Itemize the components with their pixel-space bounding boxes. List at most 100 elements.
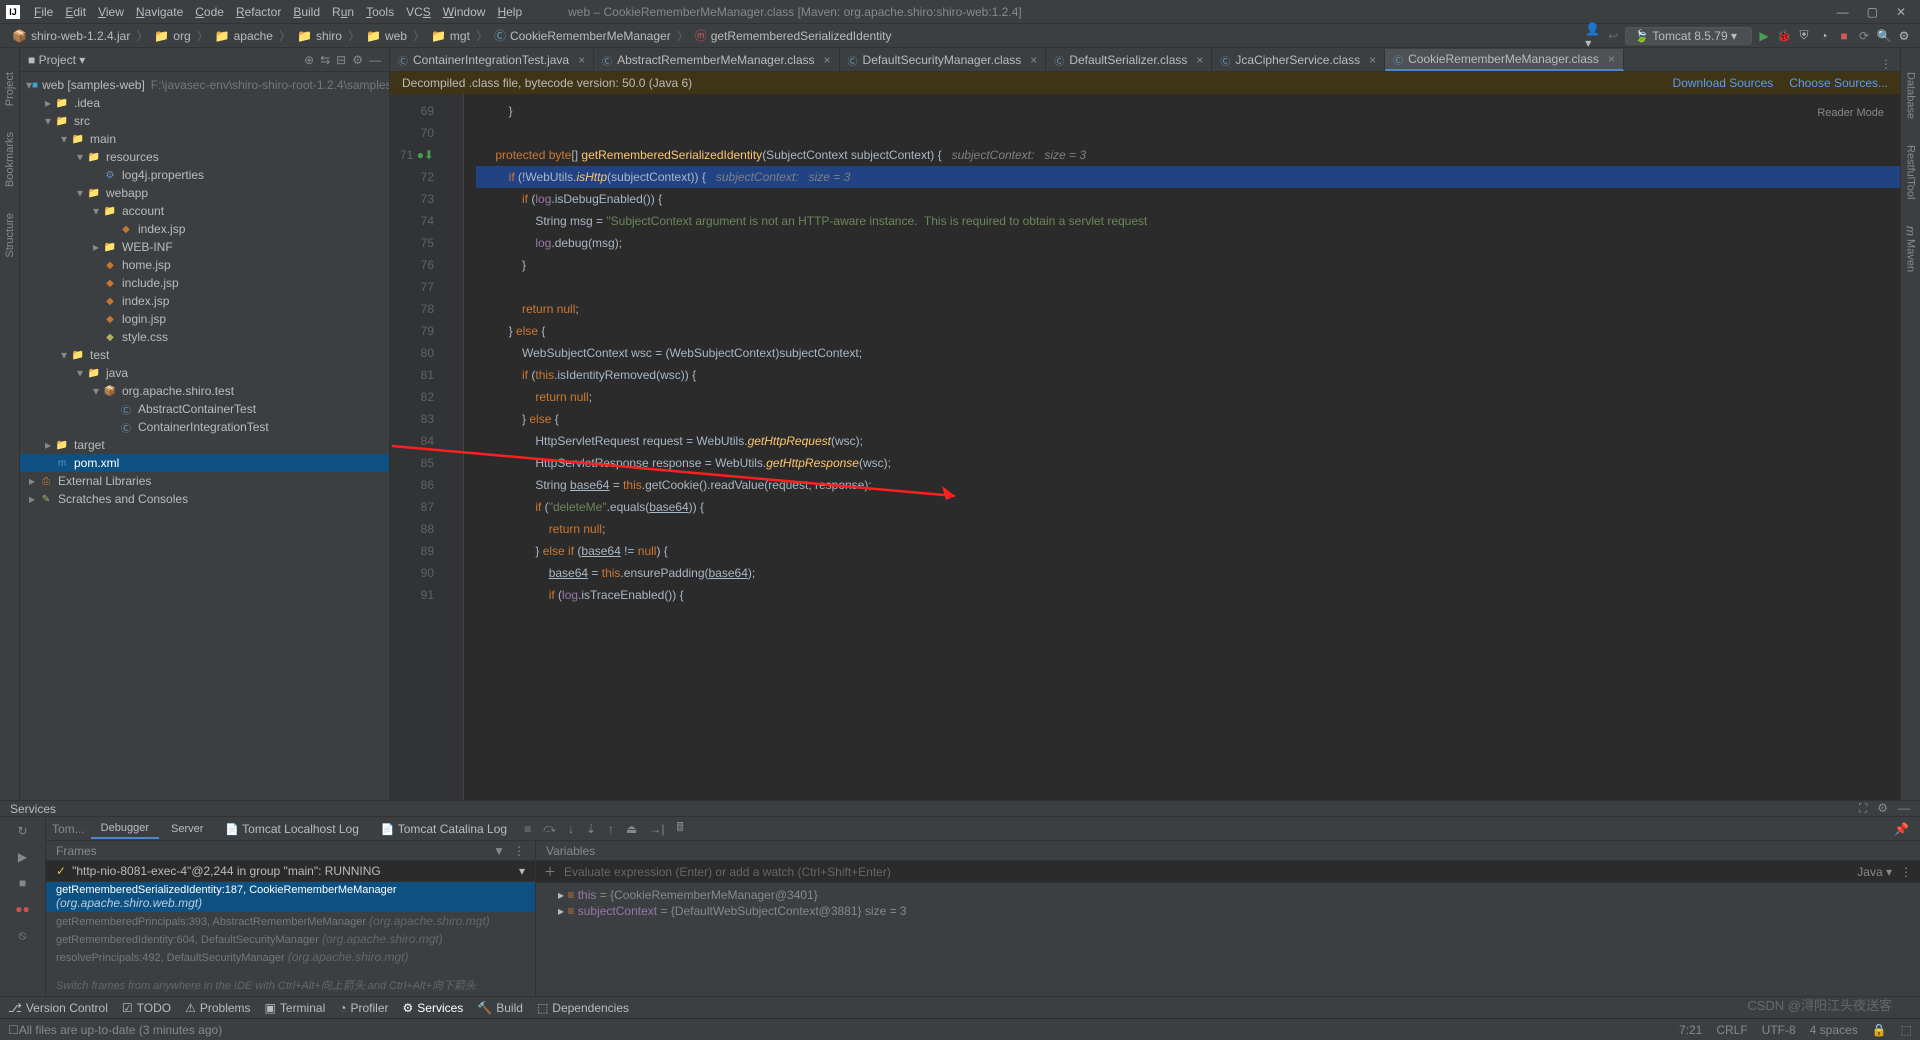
collapse-icon[interactable]: ⊟ xyxy=(336,53,346,67)
tool-dependencies[interactable]: ⬚Dependencies xyxy=(537,1001,629,1015)
close-tab-icon[interactable]: × xyxy=(824,53,831,67)
search-icon[interactable]: 🔍 xyxy=(1876,28,1892,44)
editor-tab[interactable]: ⒸDefaultSerializer.class× xyxy=(1046,49,1212,71)
stop-icon[interactable]: ■ xyxy=(1836,28,1852,44)
menu-edit[interactable]: Edit xyxy=(59,5,92,19)
tool-services[interactable]: ⚙Services xyxy=(403,1001,464,1015)
tree-node[interactable]: ▾📁java xyxy=(20,364,389,382)
variable-row[interactable]: ▸ ≡ subjectContext = {DefaultWebSubjectC… xyxy=(544,903,1912,919)
vcs-status-icon[interactable]: ☐ xyxy=(8,1023,19,1037)
tree-node[interactable]: ▾📁webapp xyxy=(20,184,389,202)
stack-frame[interactable]: resolvePrincipals:492, DefaultSecurityMa… xyxy=(46,948,535,966)
reader-mode-badge[interactable]: Reader Mode xyxy=(1811,100,1890,126)
tree-node[interactable]: ▸⎙External Libraries xyxy=(20,472,389,490)
close-tab-icon[interactable]: × xyxy=(578,53,585,67)
editor-tab[interactable]: ⒸCookieRememberMeManager.class× xyxy=(1385,49,1624,71)
add-watch-icon[interactable]: ＋ xyxy=(544,863,556,880)
tool-terminal[interactable]: ▣Terminal xyxy=(265,1001,326,1015)
bookmarks-tool-tab[interactable]: Bookmarks xyxy=(4,128,16,191)
tree-node[interactable]: ▸📁target xyxy=(20,436,389,454)
breadcrumb[interactable]: 📁 web xyxy=(362,29,411,43)
view-breakpoints-icon[interactable]: ●● xyxy=(13,899,33,919)
status-indicator[interactable]: UTF-8 xyxy=(1762,1023,1796,1037)
tool-todo[interactable]: ☑TODO xyxy=(122,1001,171,1015)
resume-icon[interactable]: ▶ xyxy=(13,847,33,867)
tree-node[interactable]: ◆style.css xyxy=(20,328,389,346)
breadcrumb[interactable]: 📁 org xyxy=(150,29,194,43)
variable-row[interactable]: ▸ ≡ this = {CookieRememberMeManager@3401… xyxy=(544,887,1912,903)
project-tree[interactable]: ▾■web [samples-web]F:\javasec-env\shiro-… xyxy=(20,72,389,800)
status-indicator[interactable]: 🔒 xyxy=(1872,1023,1887,1037)
tree-node[interactable]: ▾📁account xyxy=(20,202,389,220)
editor-tab[interactable]: ⒸJcaCipherService.class× xyxy=(1212,49,1385,71)
user-icon[interactable]: 👤▾ xyxy=(1585,28,1601,44)
close-tab-icon[interactable]: × xyxy=(1369,53,1376,67)
debugger-tab[interactable]: Debugger xyxy=(91,819,159,839)
choose-sources-link[interactable]: Choose Sources... xyxy=(1789,76,1888,90)
eval-more-icon[interactable]: ⋮ xyxy=(1900,865,1912,879)
tree-node[interactable]: ◆login.jsp xyxy=(20,310,389,328)
database-tool-tab[interactable]: Database xyxy=(1905,68,1917,123)
close-icon[interactable]: ✕ xyxy=(1896,5,1906,19)
profile-icon[interactable]: ◔ xyxy=(1816,28,1832,44)
tool-build[interactable]: 🔨Build xyxy=(477,1001,523,1015)
project-tool-tab[interactable]: Project xyxy=(4,68,16,110)
menu-build[interactable]: Build xyxy=(287,5,326,19)
thread-selector[interactable]: ✓"http-nio-8081-exec-4"@2,244 in group "… xyxy=(46,861,535,882)
restful-tool-tab[interactable]: RestfulTool xyxy=(1905,141,1917,203)
tree-node[interactable]: ⚙log4j.properties xyxy=(20,166,389,184)
breadcrumb[interactable]: 📁 shiro xyxy=(293,29,346,43)
force-step-into-icon[interactable]: ⇣ xyxy=(581,822,601,836)
tree-node[interactable]: ▸✎Scratches and Consoles xyxy=(20,490,389,508)
close-tab-icon[interactable]: × xyxy=(1196,53,1203,67)
menu-tools[interactable]: Tools xyxy=(360,5,400,19)
menu-run[interactable]: Run xyxy=(326,5,360,19)
back-icon[interactable]: ↩ xyxy=(1605,28,1621,44)
mute-breakpoints-icon[interactable]: ⦸ xyxy=(13,925,33,945)
server-tab[interactable]: Server xyxy=(161,820,213,838)
tree-node[interactable]: ◆include.jsp xyxy=(20,274,389,292)
tree-node[interactable]: ⒸAbstractContainerTest xyxy=(20,400,389,418)
close-tab-icon[interactable]: × xyxy=(1608,52,1615,66)
services-wheel-icon[interactable]: ⛶ xyxy=(1859,801,1867,816)
step-into-icon[interactable]: ↓ xyxy=(563,822,579,836)
stack-frame[interactable]: getRememberedIdentity:604, DefaultSecuri… xyxy=(46,930,535,948)
coverage-icon[interactable]: ⛨ xyxy=(1796,28,1812,44)
status-indicator[interactable]: 7:21 xyxy=(1679,1023,1702,1037)
maximize-icon[interactable]: ▢ xyxy=(1867,5,1878,19)
tree-node[interactable]: ▾📁main xyxy=(20,130,389,148)
stack-frame[interactable]: getRememberedPrincipals:393, AbstractRem… xyxy=(46,912,535,930)
catalina-log-tab[interactable]: 📄 Tomcat Catalina Log xyxy=(371,819,517,839)
code-editor[interactable]: Reader Mode 697071 ●⬇7273747576777879808… xyxy=(390,94,1900,800)
frames-menu-icon[interactable]: ⋮ xyxy=(513,844,525,858)
menu-code[interactable]: Code xyxy=(189,5,230,19)
project-combo[interactable]: ■ Project ▾ xyxy=(28,53,85,67)
editor-tab[interactable]: ⒸAbstractRememberMeManager.class× xyxy=(594,49,839,71)
git-update-icon[interactable]: ⟳ xyxy=(1856,28,1872,44)
tree-node[interactable]: ▾📦org.apache.shiro.test xyxy=(20,382,389,400)
menu-help[interactable]: Help xyxy=(491,5,528,19)
debug-icon[interactable]: 🐞 xyxy=(1776,28,1792,44)
minimize-icon[interactable]: — xyxy=(1837,5,1849,19)
eval-lang-selector[interactable]: Java ▾ xyxy=(1857,865,1892,879)
breadcrumb[interactable]: 📁 apache xyxy=(211,29,277,43)
gear-icon[interactable]: ⚙ xyxy=(352,53,363,67)
tool-profiler[interactable]: ◔Profiler xyxy=(339,1001,388,1015)
tool-version-control[interactable]: ⎇Version Control xyxy=(8,1001,108,1015)
services-gear-icon[interactable]: ⚙ xyxy=(1877,801,1888,816)
status-indicator[interactable]: ⬚ xyxy=(1901,1023,1912,1037)
stack-frame[interactable]: getRememberedSerializedIdentity:187, Coo… xyxy=(46,882,535,912)
close-tab-icon[interactable]: × xyxy=(1030,53,1037,67)
evaluate-icon[interactable]: 🖩 xyxy=(671,818,688,839)
run-config-selector[interactable]: 🍃 Tomcat 8.5.79 ▾ xyxy=(1625,27,1752,45)
pin-icon[interactable]: 📌 xyxy=(1889,822,1914,836)
step-over-icon[interactable]: ⤼ xyxy=(538,821,561,836)
download-sources-link[interactable]: Download Sources xyxy=(1673,76,1774,90)
tree-node[interactable]: ▾■web [samples-web]F:\javasec-env\shiro-… xyxy=(20,76,389,94)
tool-problems[interactable]: ⚠Problems xyxy=(185,1001,250,1015)
tabs-overflow-icon[interactable]: ⋮ xyxy=(1872,57,1900,71)
tree-node[interactable]: ◆index.jsp xyxy=(20,292,389,310)
tree-node[interactable]: ◆home.jsp xyxy=(20,256,389,274)
run-to-cursor-icon[interactable]: →| xyxy=(644,822,669,836)
layout-icon[interactable]: ≡ xyxy=(519,822,536,836)
